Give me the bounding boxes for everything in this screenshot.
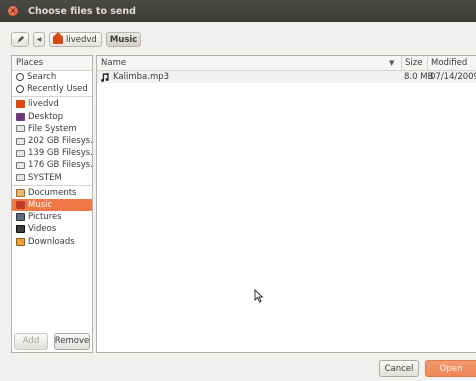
path-home-button[interactable]: livedvd [49, 31, 102, 47]
music-folder-icon [16, 200, 25, 209]
places-item-documents[interactable]: Documents [12, 187, 92, 199]
add-bookmark-button[interactable]: Add [14, 332, 48, 350]
home-folder-icon [16, 100, 25, 109]
places-buttons: Add Remove [12, 330, 92, 352]
path-back-arrow-button[interactable]: ◀ [33, 32, 45, 47]
places-item-label: SYSTEM [28, 172, 62, 183]
desktop-icon [16, 112, 25, 121]
places-header[interactable]: Places [12, 56, 92, 71]
drive-icon [16, 149, 25, 157]
window-title: Choose files to send [28, 5, 136, 17]
path-bar: ◀ livedvd Music [11, 31, 142, 48]
edit-location-button[interactable] [11, 32, 29, 47]
places-item-label: Downloads [28, 236, 75, 247]
dialog-action-bar: Cancel Open [0, 356, 476, 381]
places-separator [12, 96, 92, 98]
cancel-button[interactable]: Cancel [379, 360, 419, 377]
title-bar: × Choose files to send [0, 0, 476, 22]
chevron-left-icon: ◀ [36, 36, 42, 43]
places-item-label: Recently Used [27, 84, 88, 95]
places-item-label: livedvd [28, 99, 59, 110]
pictures-folder-icon [16, 213, 25, 222]
places-item-176gb[interactable]: 176 GB Filesys… [12, 159, 92, 171]
drive-icon [16, 161, 25, 169]
column-header-name[interactable]: Name [101, 56, 126, 70]
videos-folder-icon [16, 225, 25, 234]
places-separator [12, 184, 92, 186]
file-name: Kalimba.mp3 [113, 72, 170, 82]
places-item-recently-used[interactable]: Recently Used [12, 83, 92, 95]
column-header-size[interactable]: Size [401, 56, 422, 70]
places-item-label: Search [27, 72, 57, 83]
mouse-pointer-icon [254, 289, 264, 303]
places-item-downloads[interactable]: Downloads [12, 235, 92, 247]
places-item-videos[interactable]: Videos [12, 223, 92, 235]
drive-icon [16, 137, 25, 145]
places-item-label: 139 GB Filesys… [28, 148, 92, 159]
column-header-modified[interactable]: Modified [427, 56, 467, 70]
places-item-label: 176 GB Filesys… [28, 160, 92, 171]
file-modified: 07/14/2009 [430, 72, 476, 82]
places-item-139gb[interactable]: 139 GB Filesys… [12, 147, 92, 159]
places-item-label: Desktop [28, 111, 64, 122]
places-header-label: Places [16, 58, 44, 68]
places-item-music[interactable]: Music [12, 198, 92, 212]
places-item-label: Pictures [28, 212, 62, 223]
downloads-folder-icon [16, 237, 25, 246]
places-item-livedvd[interactable]: livedvd [12, 98, 92, 110]
file-list-header: Name ▼ Size Modified [97, 56, 476, 71]
places-list: Search Recently Used livedvd Desktop Fil… [12, 71, 92, 248]
file-row[interactable]: Kalimba.mp3 8.0 MB 07/14/2009 [97, 71, 476, 83]
places-item-file-system[interactable]: File System [12, 123, 92, 135]
music-file-icon [101, 72, 110, 82]
places-item-desktop[interactable]: Desktop [12, 111, 92, 123]
documents-folder-icon [16, 188, 25, 197]
path-music-label: Music [109, 34, 138, 45]
places-item-search[interactable]: Search [12, 71, 92, 83]
path-home-label: livedvd [66, 34, 97, 45]
remove-bookmark-button[interactable]: Remove [54, 332, 90, 350]
path-music-button[interactable]: Music [105, 32, 142, 47]
open-button[interactable]: Open [425, 360, 476, 377]
places-item-pictures[interactable]: Pictures [12, 211, 92, 223]
places-item-label: File System [28, 123, 77, 134]
places-item-202gb[interactable]: 202 GB Filesys… [12, 135, 92, 147]
drive-icon [16, 174, 25, 182]
places-item-label: Music [28, 199, 53, 210]
pencil-icon [16, 35, 24, 44]
file-name-cell: Kalimba.mp3 [101, 72, 169, 82]
places-item-label: 202 GB Filesys… [28, 136, 92, 147]
file-list-panel: Name ▼ Size Modified Kalimba.mp3 8.0 MB … [96, 55, 476, 353]
places-panel: Places Search Recently Used livedvd Desk… [11, 55, 93, 353]
drive-icon [16, 125, 25, 133]
sort-descending-icon: ▼ [389, 59, 395, 67]
places-item-label: Documents [28, 187, 77, 198]
close-window-button[interactable]: × [8, 6, 18, 16]
places-item-system[interactable]: SYSTEM [12, 172, 92, 184]
clock-icon [16, 85, 24, 94]
home-folder-icon [53, 31, 63, 44]
places-item-label: Videos [28, 224, 57, 235]
file-size: 8.0 MB [404, 72, 434, 82]
search-icon [16, 73, 24, 82]
